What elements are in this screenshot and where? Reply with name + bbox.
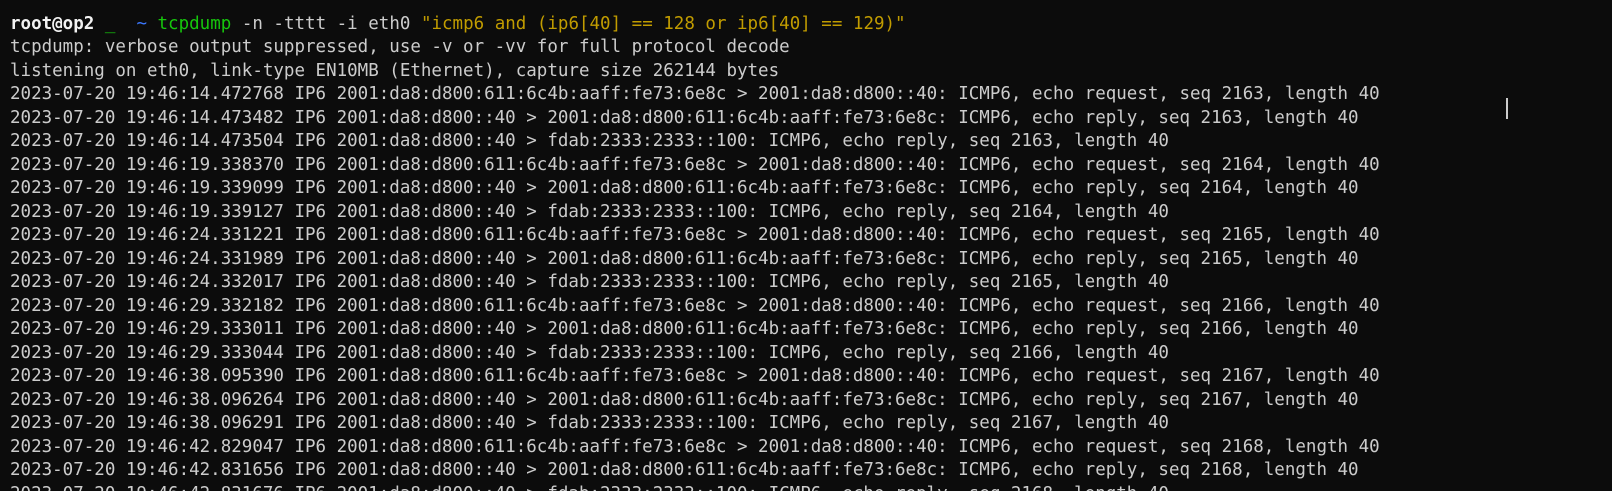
- output-line: 2023-07-20 19:46:24.331221 IP6 2001:da8:…: [10, 225, 1380, 245]
- output-line: 2023-07-20 19:46:24.332017 IP6 2001:da8:…: [10, 272, 1169, 292]
- prompt-path: ~: [125, 13, 158, 34]
- output-line: 2023-07-20 19:46:42.829047 IP6 2001:da8:…: [10, 436, 1380, 457]
- output-line: 2023-07-20 19:46:19.338370 IP6 2001:da8:…: [10, 154, 1380, 175]
- terminal-output: root@op2 _ ~ tcpdump -n -tttt -i eth0 "i…: [10, 0, 1612, 491]
- output-line: 2023-07-20 19:46:38.095390 IP6 2001:da8:…: [10, 366, 1380, 386]
- output-line: 2023-07-20 19:46:14.473504 IP6 2001:da8:…: [10, 131, 1169, 151]
- command-name: tcpdump: [157, 13, 232, 34]
- output-line: listening on eth0, link-type EN10MB (Eth…: [10, 60, 780, 81]
- command-filter: "icmp6 and (ip6[40] == 128 or ip6[40] ==…: [420, 13, 906, 34]
- terminal-line-partial-bottom: 2023-07-20 19:46:42.831676 IP6 2001:da8:…: [10, 483, 1612, 491]
- prompt-line: root@op2 _ ~ tcpdump -n -tttt -i eth0 "i…: [10, 13, 1612, 37]
- output-line: tcpdump: verbose output suppressed, use …: [10, 37, 790, 57]
- output-line: 2023-07-20 19:46:29.333011 IP6 2001:da8:…: [10, 319, 1359, 339]
- output-line: 2023-07-20 19:46:24.331989 IP6 2001:da8:…: [10, 248, 1359, 269]
- terminal-line-partial-top: [10, 0, 1612, 13]
- output-line: 2023-07-20 19:46:42.831656 IP6 2001:da8:…: [10, 460, 1359, 480]
- prompt-user-host: root@op2: [10, 13, 95, 34]
- output-line: 2023-07-20 19:46:38.096291 IP6 2001:da8:…: [10, 413, 1169, 433]
- output-line: 2023-07-20 19:46:14.473482 IP6 2001:da8:…: [10, 107, 1359, 128]
- prompt-separator: _: [94, 13, 126, 34]
- output-line: 2023-07-20 19:46:29.332182 IP6 2001:da8:…: [10, 295, 1380, 316]
- command-args: -n -tttt -i eth0: [231, 13, 421, 34]
- output-lines: tcpdump: verbose output suppressed, use …: [10, 36, 1612, 483]
- output-line: 2023-07-20 19:46:38.096264 IP6 2001:da8:…: [10, 389, 1359, 410]
- output-line: 2023-07-20 19:46:29.333044 IP6 2001:da8:…: [10, 342, 1169, 363]
- terminal-window[interactable]: root@op2 _ ~ tcpdump -n -tttt -i eth0 "i…: [0, 0, 1612, 491]
- output-line: 2023-07-20 19:46:19.339099 IP6 2001:da8:…: [10, 178, 1359, 198]
- text-cursor: [1506, 98, 1508, 119]
- output-line: 2023-07-20 19:46:19.339127 IP6 2001:da8:…: [10, 201, 1169, 222]
- output-line: 2023-07-20 19:46:14.472768 IP6 2001:da8:…: [10, 84, 1380, 104]
